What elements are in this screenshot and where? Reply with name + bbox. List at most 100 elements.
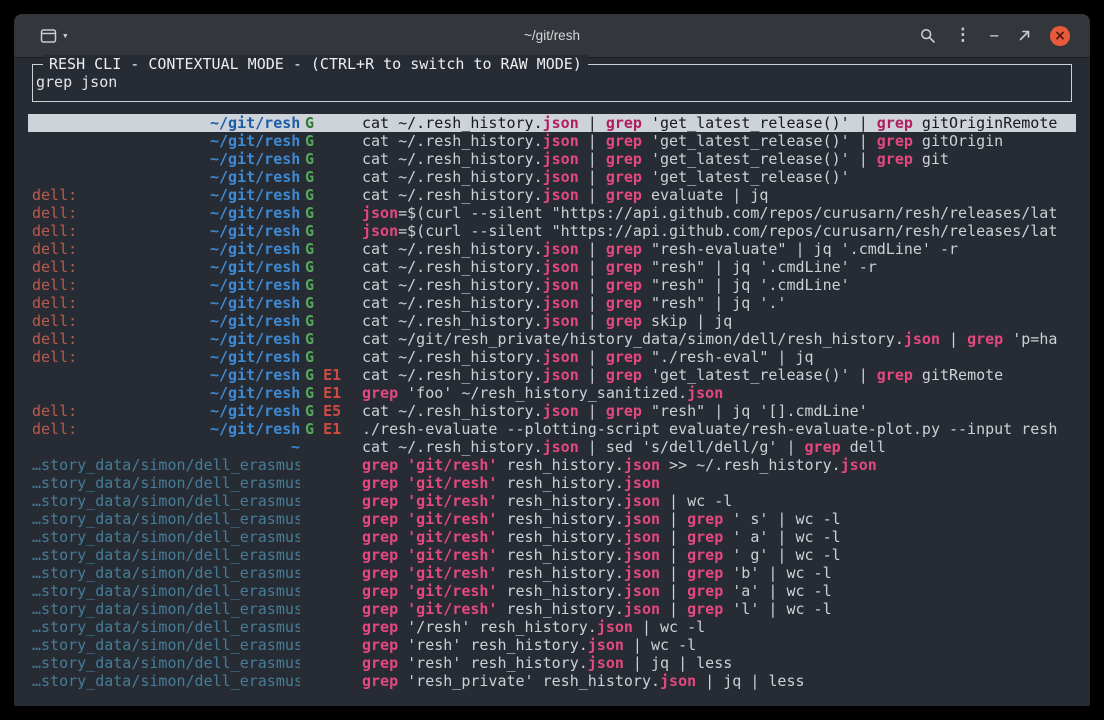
history-row[interactable]: ~/git/reshGcat ~/.resh_history.json | gr…	[28, 114, 1076, 132]
history-row[interactable]: …story_data/simon/dell_erasmusgrep 'git/…	[28, 546, 1076, 564]
command-text: |	[579, 402, 606, 420]
command-text: |	[940, 330, 967, 348]
history-row[interactable]: …story_data/simon/dell_erasmusgrep 'git/…	[28, 456, 1076, 474]
terminal-content: RESH CLI - CONTEXTUAL MODE - (CTRL+R to …	[14, 58, 1090, 690]
history-directory: ~/git/resh	[210, 366, 300, 384]
history-row[interactable]: dell:~/git/reshG E5cat ~/.resh_history.j…	[28, 402, 1076, 420]
history-host	[32, 384, 210, 402]
titlebar: ▾ ~/git/resh ⋮ −	[14, 14, 1090, 58]
command-text: |	[660, 582, 687, 600]
match-text: grep	[687, 510, 723, 528]
menu-button[interactable]: ⋮	[954, 27, 971, 44]
history-row[interactable]: …story_data/simon/dell_erasmusgrep 'resh…	[28, 672, 1076, 690]
history-row[interactable]: …story_data/simon/dell_erasmusgrep 'git/…	[28, 528, 1076, 546]
command-text: 'resh_private' resh_history.	[398, 672, 660, 690]
search-button[interactable]	[920, 28, 936, 44]
history-directory: ~/git/resh	[210, 168, 300, 186]
history-flags	[300, 456, 362, 474]
history-row[interactable]: dell:~/git/reshGcat ~/.resh_history.json…	[28, 258, 1076, 276]
exit-ok-flag: G	[305, 294, 314, 312]
panel-title: RESH CLI - CONTEXTUAL MODE - (CTRL+R to …	[43, 55, 588, 73]
command-text: 'b' | wc -l	[723, 564, 831, 582]
match-text: grep	[687, 546, 723, 564]
command-text: |	[579, 312, 606, 330]
history-row[interactable]: ~/git/reshGcat ~/.resh_history.json | gr…	[28, 168, 1076, 186]
history-context-path: …story_data/simon/dell_erasmus	[32, 654, 300, 672]
history-context-path: …story_data/simon/dell_erasmus	[32, 636, 300, 654]
kebab-menu-icon: ⋮	[954, 27, 971, 44]
history-row[interactable]: …story_data/simon/dell_erasmusgrep 'git/…	[28, 510, 1076, 528]
history-row[interactable]: …story_data/simon/dell_erasmus grep 'git/…	[28, 582, 1076, 600]
new-tab-button[interactable]: ▾	[40, 28, 69, 44]
history-row[interactable]: dell:~/git/reshGcat ~/.resh_history.json…	[28, 186, 1076, 204]
history-row[interactable]: ~/git/reshGcat ~/.resh_history.json | gr…	[28, 150, 1076, 168]
close-icon: ×	[1054, 27, 1066, 45]
command-text: >> ~/.resh_history.	[660, 456, 841, 474]
match-text: grep	[362, 528, 398, 546]
history-flags	[300, 474, 362, 492]
command-text: |	[579, 240, 606, 258]
history-command: grep 'resh' resh_history.json | jq | les…	[362, 654, 1072, 672]
match-text: grep	[606, 276, 642, 294]
history-command: cat ~/.resh_history.json | sed 's/dell/d…	[362, 438, 1072, 456]
match-text: grep	[606, 402, 642, 420]
history-row[interactable]: dell:~/git/reshGcat ~/.resh_history.json…	[28, 294, 1076, 312]
history-row[interactable]: dell:~/git/reshG E1./resh-evaluate --plo…	[28, 420, 1076, 438]
history-command: cat ~/.resh_history.json | grep 'get_lat…	[362, 132, 1072, 150]
command-text: cat ~/.resh_history.	[362, 312, 543, 330]
history-row[interactable]: …story_data/simon/dell_erasmusgrep 'git/…	[28, 564, 1076, 582]
history-flags: G	[300, 186, 362, 204]
minimize-button[interactable]: −	[989, 28, 999, 44]
history-context-path: …story_data/simon/dell_erasmus	[32, 582, 300, 600]
history-row[interactable]: ~/git/reshG E1grep 'foo' ~/resh_history_…	[28, 384, 1076, 402]
history-row[interactable]: …story_data/simon/dell_erasmusgrep 'git/…	[28, 492, 1076, 510]
history-host	[32, 132, 210, 150]
history-flags: G	[300, 276, 362, 294]
history-row[interactable]: ~/git/reshG E1cat ~/.resh_history.json |…	[28, 366, 1076, 384]
history-row[interactable]: dell:~/git/reshGjson=$(curl --silent "ht…	[28, 222, 1076, 240]
close-button[interactable]: ×	[1050, 26, 1070, 46]
history-row[interactable]: …story_data/simon/dell_erasmus grep 'resh…	[28, 654, 1076, 672]
history-directory: ~/git/resh	[210, 312, 300, 330]
history-row[interactable]: …story_data/simon/dell_erasmusgrep 'git/…	[28, 474, 1076, 492]
command-text: =$(curl --silent "https://api.github.com…	[398, 222, 1057, 240]
history-row[interactable]: ~cat ~/.resh_history.json | sed 's/dell/…	[28, 438, 1076, 456]
command-text: ./resh-evaluate --plotting-script evalua…	[362, 420, 1057, 438]
history-row[interactable]: …story_data/simon/dell_erasmusgrep 'resh…	[28, 636, 1076, 654]
command-text: dell	[841, 438, 886, 456]
match-text: grep	[606, 240, 642, 258]
history-command: cat ~/.resh_history.json | grep skip | j…	[362, 312, 1072, 330]
history-flags	[300, 654, 362, 672]
history-flags: G	[300, 168, 362, 186]
history-row[interactable]: ~/git/reshGcat ~/.resh_history.json | gr…	[28, 132, 1076, 150]
match-text: 'git/resh'	[407, 546, 497, 564]
resh-cli-panel: RESH CLI - CONTEXTUAL MODE - (CTRL+R to …	[32, 64, 1072, 102]
match-text: 'git/resh'	[407, 600, 497, 618]
maximize-button[interactable]	[1017, 28, 1032, 43]
history-row[interactable]: dell:~/git/reshGcat ~/.resh_history.json…	[28, 276, 1076, 294]
match-text: grep	[687, 528, 723, 546]
new-tab-icon	[40, 28, 57, 44]
history-row[interactable]: …story_data/simon/dell_erasmusgrep 'git/…	[28, 600, 1076, 618]
history-row[interactable]: dell:~/git/reshGcat ~/git/resh_private/h…	[28, 330, 1076, 348]
history-command: grep 'resh_private' resh_history.json | …	[362, 672, 1072, 690]
command-text	[398, 582, 407, 600]
history-row[interactable]: dell:~/git/reshGcat ~/.resh_history.json…	[28, 312, 1076, 330]
history-directory: ~/git/resh	[210, 186, 300, 204]
command-text: |	[579, 168, 606, 186]
history-row[interactable]: dell:~/git/reshGcat ~/.resh_history.json…	[28, 240, 1076, 258]
command-text: cat ~/.resh_history.	[362, 186, 543, 204]
match-text: grep	[606, 294, 642, 312]
history-row[interactable]: dell:~/git/reshGcat ~/.resh_history.json…	[28, 348, 1076, 366]
history-command: grep 'git/resh' resh_history.json | grep…	[362, 582, 1072, 600]
match-text: json	[687, 384, 723, 402]
history-directory: ~/git/resh	[210, 114, 300, 132]
command-text: resh_history.	[497, 528, 623, 546]
history-row[interactable]: dell:~/git/reshGjson=$(curl --silent "ht…	[28, 204, 1076, 222]
history-command: cat ~/.resh_history.json | grep 'get_lat…	[362, 168, 1072, 186]
match-text: json	[543, 240, 579, 258]
history-command: cat ~/.resh_history.json | grep "resh-ev…	[362, 240, 1072, 258]
history-row[interactable]: …story_data/simon/dell_erasmusgrep '/res…	[28, 618, 1076, 636]
match-text: grep	[362, 672, 398, 690]
command-text: resh_history.	[497, 456, 623, 474]
